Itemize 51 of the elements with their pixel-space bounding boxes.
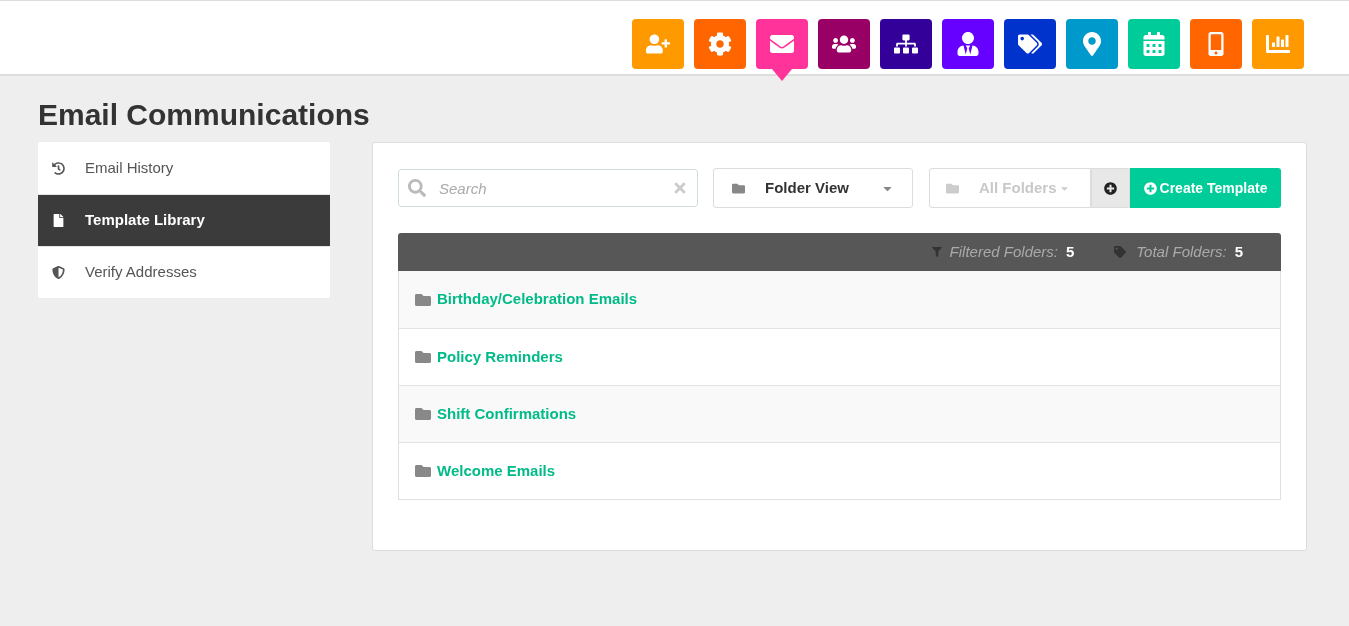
search-icon bbox=[408, 179, 426, 197]
nav-tile[interactable] bbox=[694, 19, 746, 69]
tag-icon bbox=[1114, 246, 1127, 258]
nav-tile[interactable] bbox=[1066, 19, 1118, 69]
folder-icon bbox=[732, 181, 745, 195]
view-select[interactable]: Folder View bbox=[713, 168, 913, 208]
nav-tile[interactable] bbox=[818, 19, 870, 69]
shield-icon bbox=[52, 266, 65, 279]
nav-tile[interactable] bbox=[880, 19, 932, 69]
filter-icon bbox=[931, 247, 942, 257]
create-template-button[interactable]: Create Template bbox=[1130, 168, 1281, 208]
user-add-icon bbox=[646, 32, 670, 56]
folder-icon bbox=[415, 349, 431, 365]
map-pin-icon bbox=[1080, 32, 1104, 56]
stat-label: Filtered Folders: bbox=[949, 241, 1058, 262]
page-title: Email Communications bbox=[38, 97, 371, 133]
file-icon bbox=[52, 214, 65, 227]
folder-row[interactable]: Birthday/Celebration Emails bbox=[399, 271, 1280, 328]
plus-icon bbox=[1143, 181, 1157, 195]
nav-tile[interactable] bbox=[1128, 19, 1180, 69]
add-folder-button[interactable] bbox=[1091, 168, 1130, 208]
sidebar-item[interactable]: Template Library bbox=[38, 194, 330, 246]
mail-icon bbox=[770, 32, 794, 56]
stat-label: Total Folders: bbox=[1136, 241, 1227, 262]
settings-icon bbox=[708, 32, 732, 56]
folder-icon bbox=[946, 181, 959, 195]
folder-icon bbox=[415, 291, 431, 308]
sidebar-item[interactable]: Verify Addresses bbox=[38, 246, 330, 298]
tags-icon bbox=[1018, 32, 1042, 56]
nav-tile[interactable] bbox=[632, 19, 684, 69]
stat-value: 5 bbox=[1066, 241, 1075, 262]
nav-tile[interactable] bbox=[1004, 19, 1056, 69]
nav-tile[interactable] bbox=[942, 19, 994, 69]
folder-icon bbox=[415, 463, 431, 479]
pointer-icon bbox=[772, 69, 792, 81]
nav-tile[interactable] bbox=[1190, 19, 1242, 69]
bar-chart-icon bbox=[1266, 32, 1290, 56]
search-field[interactable]: Search bbox=[398, 169, 698, 207]
folder-link[interactable]: Policy Reminders bbox=[437, 345, 563, 369]
plus-icon bbox=[1104, 181, 1117, 195]
history-icon bbox=[52, 161, 65, 175]
folder-icon bbox=[415, 406, 431, 422]
calendar-icon bbox=[1142, 32, 1166, 56]
nav-tile[interactable] bbox=[1252, 19, 1304, 69]
folder-row[interactable]: Shift Confirmations bbox=[399, 385, 1280, 442]
stat-value: 5 bbox=[1234, 241, 1243, 262]
hierarchy-icon bbox=[894, 32, 918, 56]
folder-link[interactable]: Welcome Emails bbox=[437, 459, 556, 483]
folder-link[interactable]: Birthday/Celebration Emails bbox=[437, 288, 638, 311]
person-icon bbox=[956, 32, 980, 56]
folder-link[interactable]: Shift Confirmations bbox=[437, 402, 577, 426]
